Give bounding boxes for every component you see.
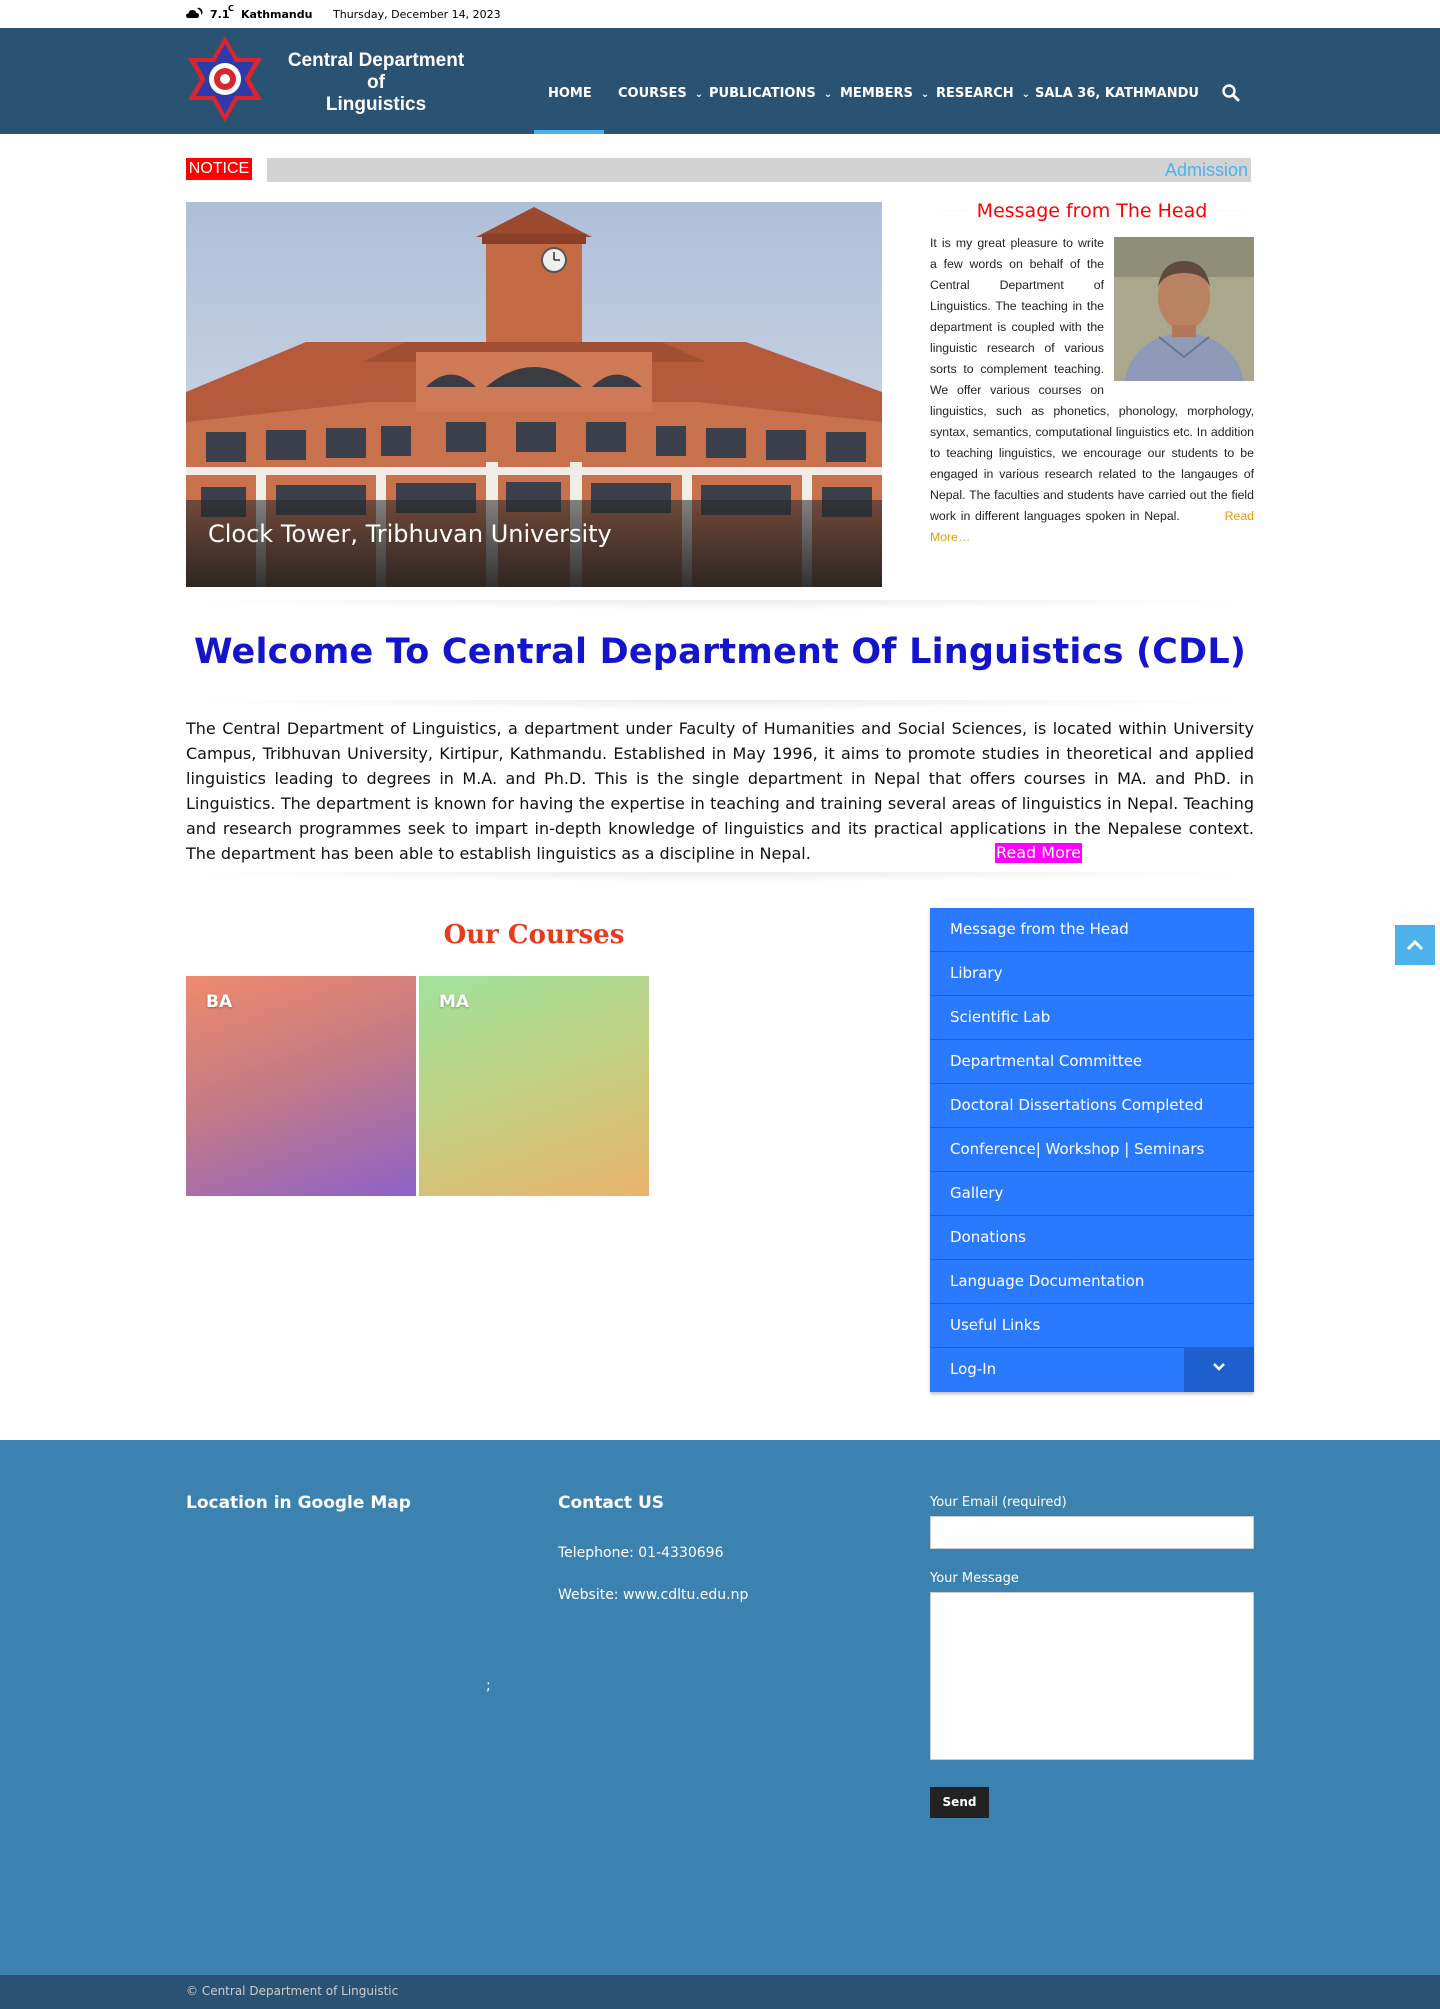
site-title-line3: Linguistics — [325, 94, 427, 115]
message-textarea[interactable] — [930, 1592, 1254, 1760]
section-divider — [186, 700, 1254, 710]
notice-label: NOTICE — [186, 158, 252, 180]
temperature: 7.1 — [210, 8, 230, 21]
chevron-down-icon: ⌄ — [823, 89, 833, 100]
copyright-text: © Central Department of Linguistic — [186, 1984, 399, 1998]
sidebar-item-label: Departmental Committee — [950, 1052, 1143, 1070]
website-link[interactable]: www.cdltu.edu.np — [623, 1587, 748, 1603]
nav-sala-36[interactable]: SALA 36, KATHMANDU — [1035, 86, 1199, 101]
submenu-toggle[interactable] — [1184, 1348, 1254, 1392]
sidebar-item-departmental-committee[interactable]: Departmental Committee — [930, 1040, 1254, 1084]
sidebar-item-log-in[interactable]: Log-In — [930, 1348, 1254, 1392]
contact-website-prefix: Website: — [558, 1587, 623, 1603]
contact-telephone: Telephone: 01-4330696 — [558, 1545, 724, 1561]
tribhuvan-university-emblem[interactable] — [186, 34, 264, 124]
copyright-bar: © Central Department of Linguistic — [0, 1975, 1440, 2009]
send-button[interactable]: Send — [930, 1787, 989, 1818]
email-field[interactable] — [930, 1516, 1254, 1549]
sidebar-item-scientific-lab[interactable]: Scientific Lab — [930, 996, 1254, 1040]
page: 7.1 C Kathmandu Thursday, December 14, 2… — [0, 0, 1440, 2009]
welcome-title: Welcome To Central Department Of Linguis… — [193, 632, 1247, 672]
site-header: Central Department of Linguistics HOME C… — [0, 28, 1440, 134]
sidebar-item-gallery[interactable]: Gallery — [930, 1172, 1254, 1216]
temperature-unit: C — [228, 4, 234, 13]
sidebar-item-label: Conference| Workshop | Seminars — [950, 1140, 1205, 1158]
sidebar-item-doctoral-dissertations[interactable]: Doctoral Dissertations Completed — [930, 1084, 1254, 1128]
back-to-top-button[interactable] — [1395, 925, 1435, 965]
notice-ticker[interactable]: Admission — [267, 158, 1251, 182]
nav-courses-label: COURSES — [618, 86, 687, 101]
head-message-title: Message from The Head — [930, 200, 1254, 222]
notice-ticker-text[interactable]: Admission — [1165, 160, 1248, 181]
contact-heading: Contact US — [558, 1493, 665, 1513]
sidebar-item-label: Library — [950, 964, 1003, 982]
nav-members[interactable]: MEMBERS ⌄ — [840, 86, 929, 101]
sidebar-item-label: Doctoral Dissertations Completed — [950, 1096, 1204, 1114]
cloud-moon-icon — [186, 7, 203, 18]
sidebar-item-useful-links[interactable]: Useful Links — [930, 1304, 1254, 1348]
courses-title: Our Courses — [443, 920, 625, 950]
current-date: Thursday, December 14, 2023 — [333, 8, 501, 21]
nav-active-indicator — [534, 130, 604, 134]
course-card-ma-label: MA — [439, 992, 470, 1012]
sidebar-item-conference[interactable]: Conference| Workshop | Seminars — [930, 1128, 1254, 1172]
nav-research[interactable]: RESEARCH ⌄ — [936, 86, 1030, 101]
chevron-down-icon — [1213, 1363, 1225, 1371]
nav-home-label: HOME — [548, 86, 592, 101]
contact-website: Website: www.cdltu.edu.np — [558, 1587, 748, 1603]
course-card-ma[interactable]: MA — [419, 976, 649, 1196]
nav-home[interactable]: HOME — [548, 86, 592, 101]
search-icon[interactable] — [1221, 83, 1241, 103]
sidebar-item-label: Gallery — [950, 1184, 1004, 1202]
site-title[interactable]: Central Department of Linguistics — [268, 50, 484, 116]
slider-caption: Clock Tower, Tribhuvan University — [186, 500, 882, 587]
head-photo — [1114, 237, 1254, 381]
chevron-down-icon: ⌄ — [920, 89, 930, 100]
course-card-ba[interactable]: BA — [186, 976, 416, 1196]
section-divider — [186, 872, 1254, 882]
message-label: Your Message — [930, 1571, 1019, 1586]
nav-publications[interactable]: PUBLICATIONS ⌄ — [709, 86, 832, 101]
nav-publications-label: PUBLICATIONS — [709, 86, 816, 101]
nav-sala-36-label: SALA 36, KATHMANDU — [1035, 86, 1199, 101]
sidebar-item-label: Useful Links — [950, 1316, 1041, 1334]
nav-research-label: RESEARCH — [936, 86, 1014, 101]
sidebar-item-language-documentation[interactable]: Language Documentation — [930, 1260, 1254, 1304]
chevron-down-icon: ⌄ — [694, 89, 704, 100]
chevron-up-icon — [1406, 939, 1424, 951]
sidebar-item-label: Language Documentation — [950, 1272, 1145, 1290]
map-placeholder: ; — [486, 1678, 491, 1694]
nav-members-label: MEMBERS — [840, 86, 913, 101]
site-title-line1: Central Department — [287, 50, 465, 71]
nav-courses[interactable]: COURSES ⌄ — [618, 86, 703, 101]
image-slider[interactable]: Clock Tower, Tribhuvan University — [186, 202, 882, 587]
head-portrait-image — [1114, 237, 1254, 381]
sidebar-item-label: Donations — [950, 1228, 1026, 1246]
top-bar: 7.1 C Kathmandu Thursday, December 14, 2… — [0, 0, 1440, 28]
site-footer: Location in Google Map ; Contact US Tele… — [0, 1440, 1440, 1975]
sidebar-item-label: Log-In — [950, 1360, 997, 1378]
map-heading: Location in Google Map — [186, 1493, 411, 1513]
sidebar-item-label: Message from the Head — [950, 920, 1129, 938]
chevron-down-icon: ⌄ — [1021, 89, 1031, 100]
site-title-line2: of — [367, 72, 385, 93]
sidebar-menu: Message from the Head Library Scientific… — [930, 908, 1254, 1392]
sidebar-item-donations[interactable]: Donations — [930, 1216, 1254, 1260]
welcome-body: The Central Department of Linguistics, a… — [186, 719, 1254, 863]
course-card-ba-label: BA — [206, 992, 233, 1012]
sidebar-item-label: Scientific Lab — [950, 1008, 1051, 1026]
email-label: Your Email (required) — [930, 1495, 1067, 1510]
sidebar-item-message-from-head[interactable]: Message from the Head — [930, 908, 1254, 952]
welcome-read-more-link[interactable]: Read More — [995, 843, 1082, 863]
section-divider — [186, 600, 1254, 610]
slider-caption-text: Clock Tower, Tribhuvan University — [208, 520, 612, 548]
head-message-title-text: Message from The Head — [966, 200, 1218, 222]
city-name: Kathmandu — [241, 8, 313, 21]
sidebar-item-library[interactable]: Library — [930, 952, 1254, 996]
